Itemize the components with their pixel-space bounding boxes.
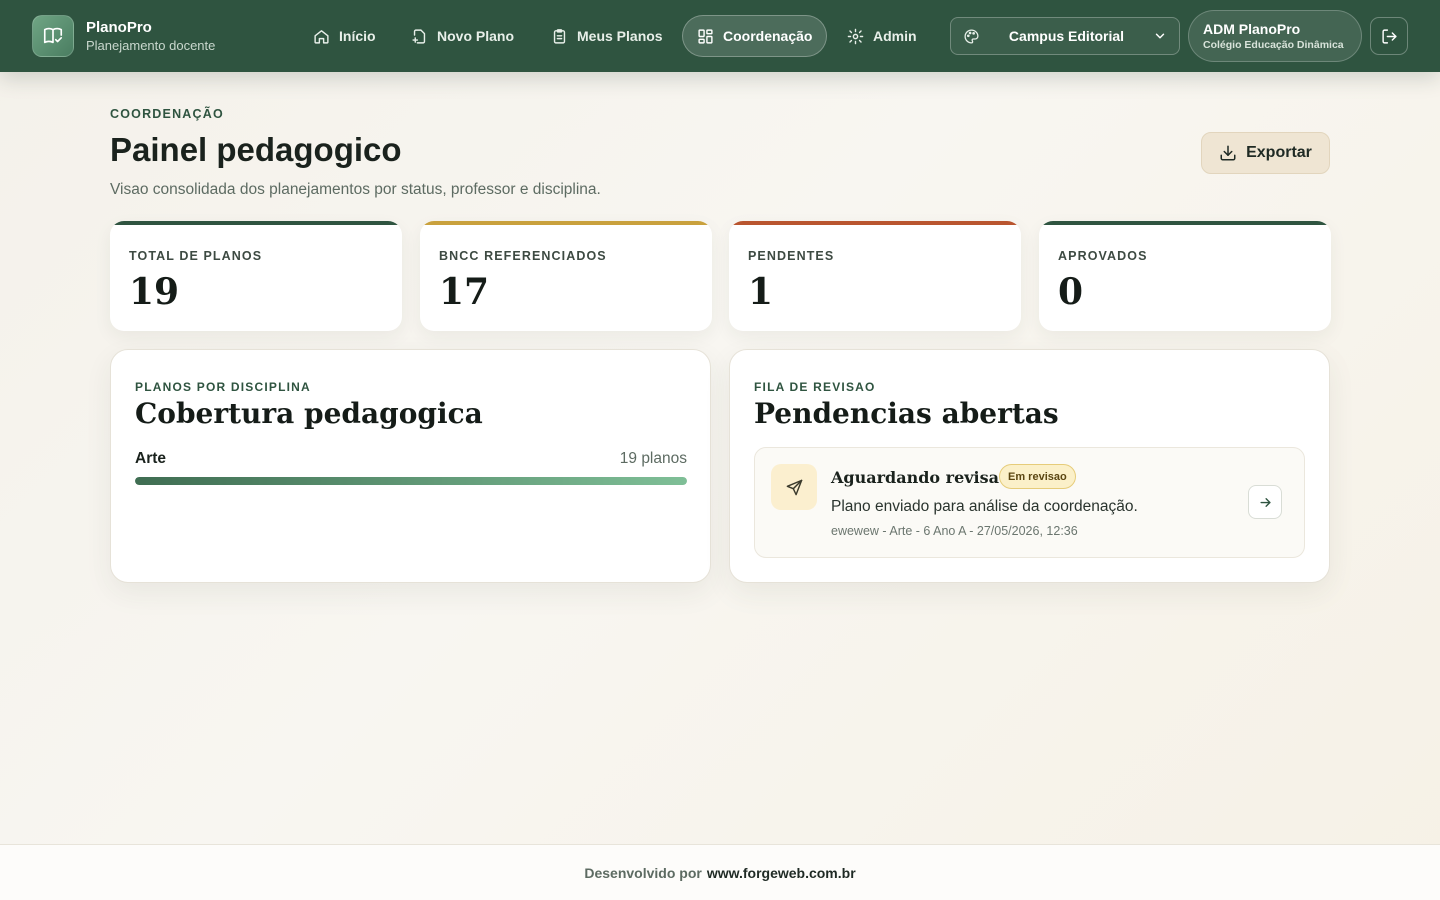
panel-title: Pendencias abertas	[754, 397, 1059, 430]
campus-select-value: Campus Editorial	[1008, 28, 1125, 44]
export-button-label: Exportar	[1246, 144, 1312, 161]
logout-icon	[1381, 28, 1397, 44]
download-icon	[1220, 145, 1236, 161]
clipboard-icon	[553, 28, 566, 44]
brand-name: PlanoPro	[86, 19, 152, 36]
discipline-name: Arte	[135, 450, 167, 467]
review-item-description: Plano enviado para análise da coordenaçã…	[831, 498, 1138, 515]
discipline-count: 19 planos	[619, 450, 687, 467]
logout-button[interactable]	[1370, 17, 1408, 55]
nav-item-novo-plano[interactable]: Novo Plano	[397, 15, 528, 57]
export-button[interactable]: Exportar	[1201, 132, 1330, 174]
coverage-panel: PLANOS POR DISCIPLINA Cobertura pedagogi…	[110, 349, 711, 583]
page-title: Painel pedagogico	[110, 131, 402, 168]
stat-label: APROVADOS	[1058, 249, 1148, 263]
brand[interactable]: PlanoPro Planejamento docente	[32, 15, 215, 57]
home-icon	[314, 29, 329, 44]
review-item-meta: ewewew - Arte - 6 Ano A - 27/05/2026, 12…	[831, 524, 1078, 538]
stat-card-aprovados: APROVADOS 0	[1039, 221, 1331, 331]
panel-eyebrow: PLANOS POR DISCIPLINA	[135, 380, 311, 394]
user-organization: Colégio Educação Dinâmica	[1203, 39, 1344, 51]
user-menu[interactable]: ADM PlanoPro Colégio Educação Dinâmica	[1188, 10, 1362, 62]
stat-card-total: TOTAL DE PLANOS 19	[110, 221, 402, 331]
stat-value: 17	[439, 271, 490, 313]
nav-item-inicio[interactable]: Início	[299, 15, 390, 57]
palette-icon	[964, 28, 979, 44]
nav-item-label: Novo Plano	[437, 28, 515, 44]
review-panel: FILA DE REVISAO Pendencias abertas Aguar…	[729, 349, 1330, 583]
stat-value: 19	[129, 271, 180, 313]
review-item-title: Aguardando revisao	[831, 468, 1010, 487]
page-subtitle: Visao consolidada dos planejamentos por …	[110, 181, 601, 198]
file-plus-icon	[412, 28, 426, 44]
nav-item-meus-planos[interactable]: Meus Planos	[537, 15, 677, 57]
stat-label: BNCC REFERENCIADOS	[439, 249, 607, 263]
discipline-row: Arte 19 planos	[135, 450, 687, 485]
chevron-down-icon	[1155, 33, 1165, 39]
discipline-progress-track	[135, 477, 687, 485]
nav-item-coordenacao[interactable]: Coordenação	[682, 15, 828, 57]
footer-prefix: Desenvolvido por	[584, 864, 702, 881]
dashboard-icon	[698, 28, 713, 44]
stat-card-accent	[420, 221, 712, 225]
page-eyebrow: COORDENAÇÃO	[110, 107, 224, 121]
nav-item-label: Coordenação	[723, 28, 813, 44]
stat-card-accent	[1039, 221, 1331, 225]
nav-item-label: Meus Planos	[577, 28, 663, 44]
send-icon	[771, 464, 817, 510]
review-item[interactable]: Aguardando revisao Em revisao Plano envi…	[754, 447, 1305, 558]
stat-value: 0	[1058, 271, 1084, 313]
discipline-progress-fill	[135, 477, 687, 485]
campus-select[interactable]: Campus Editorial	[950, 17, 1180, 55]
panel-eyebrow: FILA DE REVISAO	[754, 380, 876, 394]
stat-label: TOTAL DE PLANOS	[129, 249, 263, 263]
stat-value: 1	[748, 271, 774, 313]
stat-card-accent	[729, 221, 1021, 225]
arrow-right-icon	[1259, 497, 1271, 507]
nav-item-admin[interactable]: Admin	[833, 15, 931, 57]
top-navbar: PlanoPro Planejamento docente Início Nov…	[0, 0, 1440, 72]
status-badge: Em revisao	[999, 464, 1076, 489]
book-check-icon	[32, 15, 74, 57]
footer-link[interactable]: www.forgeweb.com.br	[707, 865, 856, 881]
stat-card-bncc: BNCC REFERENCIADOS 17	[420, 221, 712, 331]
user-name: ADM PlanoPro	[1203, 21, 1301, 37]
stat-card-accent	[110, 221, 402, 225]
nav-item-label: Admin	[873, 28, 917, 44]
panel-title: Cobertura pedagogica	[135, 397, 483, 430]
footer: Desenvolvido por www.forgeweb.com.br	[0, 844, 1440, 900]
open-review-button[interactable]	[1248, 485, 1282, 519]
nav-item-label: Início	[339, 28, 376, 44]
stat-label: PENDENTES	[748, 249, 835, 263]
stat-card-pendentes: PENDENTES 1	[729, 221, 1021, 331]
brand-subtitle: Planejamento docente	[86, 38, 216, 53]
gear-icon	[847, 28, 864, 44]
